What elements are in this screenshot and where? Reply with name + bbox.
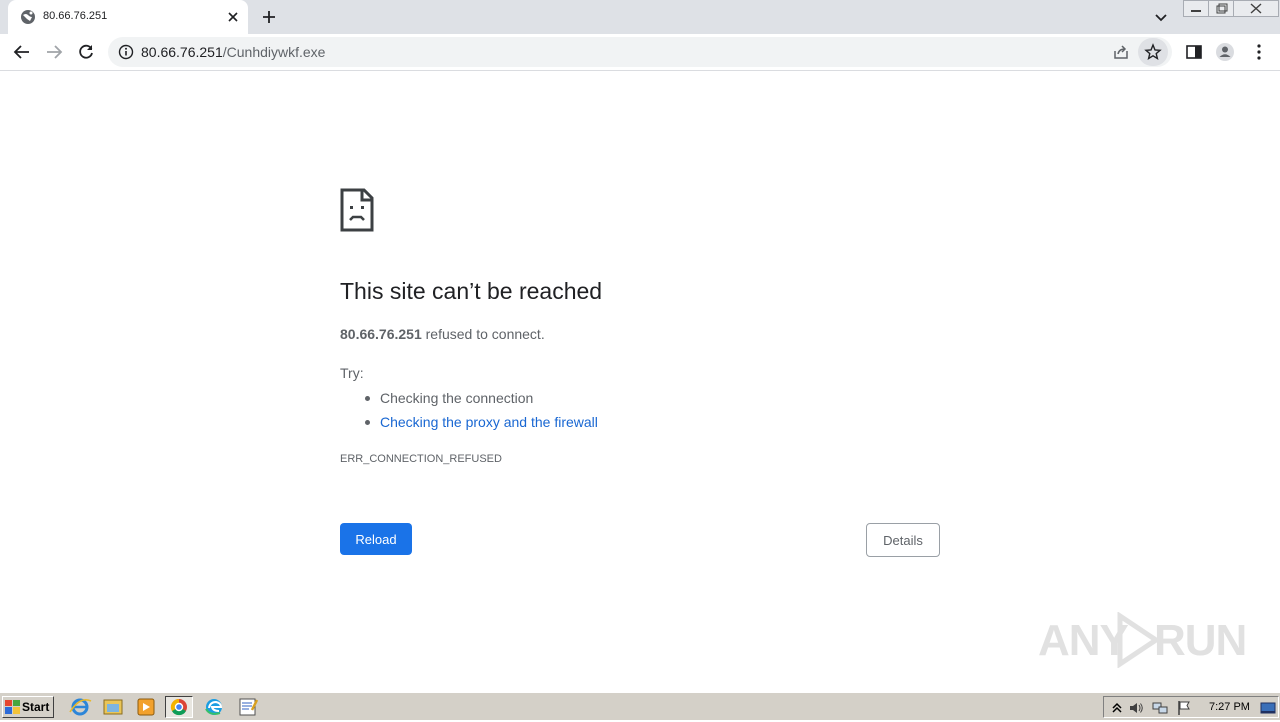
reload-icon[interactable] <box>76 42 96 62</box>
windows-flag-icon <box>5 700 20 714</box>
try-label: Try: <box>340 365 364 381</box>
watermark-right: RUN <box>1154 616 1247 665</box>
action-center-flag-icon[interactable] <box>1176 700 1192 716</box>
url-path: /Cunhdiywkf.exe <box>222 44 326 60</box>
suggestion-list: Checking the connection Checking the pro… <box>362 388 598 436</box>
back-arrow-icon[interactable] <box>12 42 32 62</box>
share-icon[interactable] <box>1112 43 1130 61</box>
volume-icon[interactable] <box>1128 700 1144 716</box>
sad-page-icon <box>340 188 374 232</box>
notepad-icon <box>239 698 259 716</box>
error-description: 80.66.76.251 refused to connect. <box>340 326 545 342</box>
page-content: This site can’t be reached 80.66.76.251 … <box>0 72 1280 691</box>
error-message: refused to connect. <box>421 326 545 342</box>
taskbar-notepad[interactable] <box>234 696 262 718</box>
url-host: 80.66.76.251 <box>141 44 223 60</box>
anyrun-watermark: ANY RUN <box>1038 608 1247 672</box>
network-icon[interactable] <box>1152 700 1168 716</box>
system-tray: 7:27 PM <box>1103 696 1279 718</box>
show-hidden-icons-icon[interactable] <box>1109 700 1125 716</box>
globe-icon <box>21 10 35 24</box>
minimize-icon <box>1191 10 1201 12</box>
browser-tab[interactable]: 80.66.76.251 <box>8 0 248 34</box>
taskbar-clock[interactable]: 7:27 PM <box>1209 701 1250 713</box>
chrome-icon <box>170 698 187 716</box>
restore-button[interactable] <box>1208 0 1234 17</box>
address-bar[interactable]: 80.66.76.251/Cunhdiywkf.exe <box>108 37 1172 67</box>
error-host: 80.66.76.251 <box>340 326 422 342</box>
internet-explorer-icon <box>69 698 92 716</box>
suggestion-item: Checking the proxy and the firewall <box>362 412 598 436</box>
close-icon <box>1250 3 1262 14</box>
forward-arrow-icon[interactable] <box>44 42 64 62</box>
window-controls <box>1183 0 1280 18</box>
start-label: Start <box>22 700 50 714</box>
details-button[interactable]: Details <box>866 523 940 557</box>
close-tab-icon[interactable] <box>224 8 242 26</box>
media-player-icon <box>137 698 155 716</box>
error-title: This site can’t be reached <box>340 278 603 304</box>
folder-icon <box>103 699 123 715</box>
suggestion-check-connection: Checking the connection <box>362 388 598 412</box>
taskbar-explorer[interactable] <box>99 696 127 718</box>
taskbar-media-player[interactable] <box>132 696 160 718</box>
start-button[interactable]: Start <box>2 696 54 718</box>
new-tab-icon[interactable] <box>260 8 278 26</box>
restore-icon <box>1216 3 1228 14</box>
close-window-button[interactable] <box>1233 0 1279 17</box>
taskbar-chrome[interactable] <box>165 696 193 718</box>
edge-icon <box>205 699 223 715</box>
tab-strip: 80.66.76.251 <box>0 0 1280 34</box>
browser-toolbar: 80.66.76.251/Cunhdiywkf.exe <box>0 34 1280 71</box>
tab-title: 80.66.76.251 <box>43 10 108 22</box>
taskbar-ie[interactable] <box>66 696 94 718</box>
menu-kebab-icon[interactable] <box>1249 42 1269 62</box>
error-code: ERR_CONNECTION_REFUSED <box>340 453 502 465</box>
chevron-down-icon[interactable] <box>1152 8 1170 26</box>
side-panel-icon[interactable] <box>1184 42 1204 62</box>
suggestion-proxy-firewall-link[interactable]: Checking the proxy and the firewall <box>380 414 598 430</box>
watermark-left: ANY <box>1038 616 1129 665</box>
url-text: 80.66.76.251/Cunhdiywkf.exe <box>141 44 325 60</box>
profile-avatar-icon[interactable] <box>1215 42 1235 62</box>
info-icon[interactable] <box>118 44 134 60</box>
reload-button[interactable]: Reload <box>340 523 412 555</box>
minimize-button[interactable] <box>1183 0 1209 17</box>
bookmark-star-icon[interactable] <box>1144 43 1162 61</box>
taskbar-edge[interactable] <box>200 696 228 718</box>
windows-taskbar: Start 7:27 PM <box>0 692 1280 720</box>
show-desktop-icon[interactable] <box>1260 700 1276 716</box>
